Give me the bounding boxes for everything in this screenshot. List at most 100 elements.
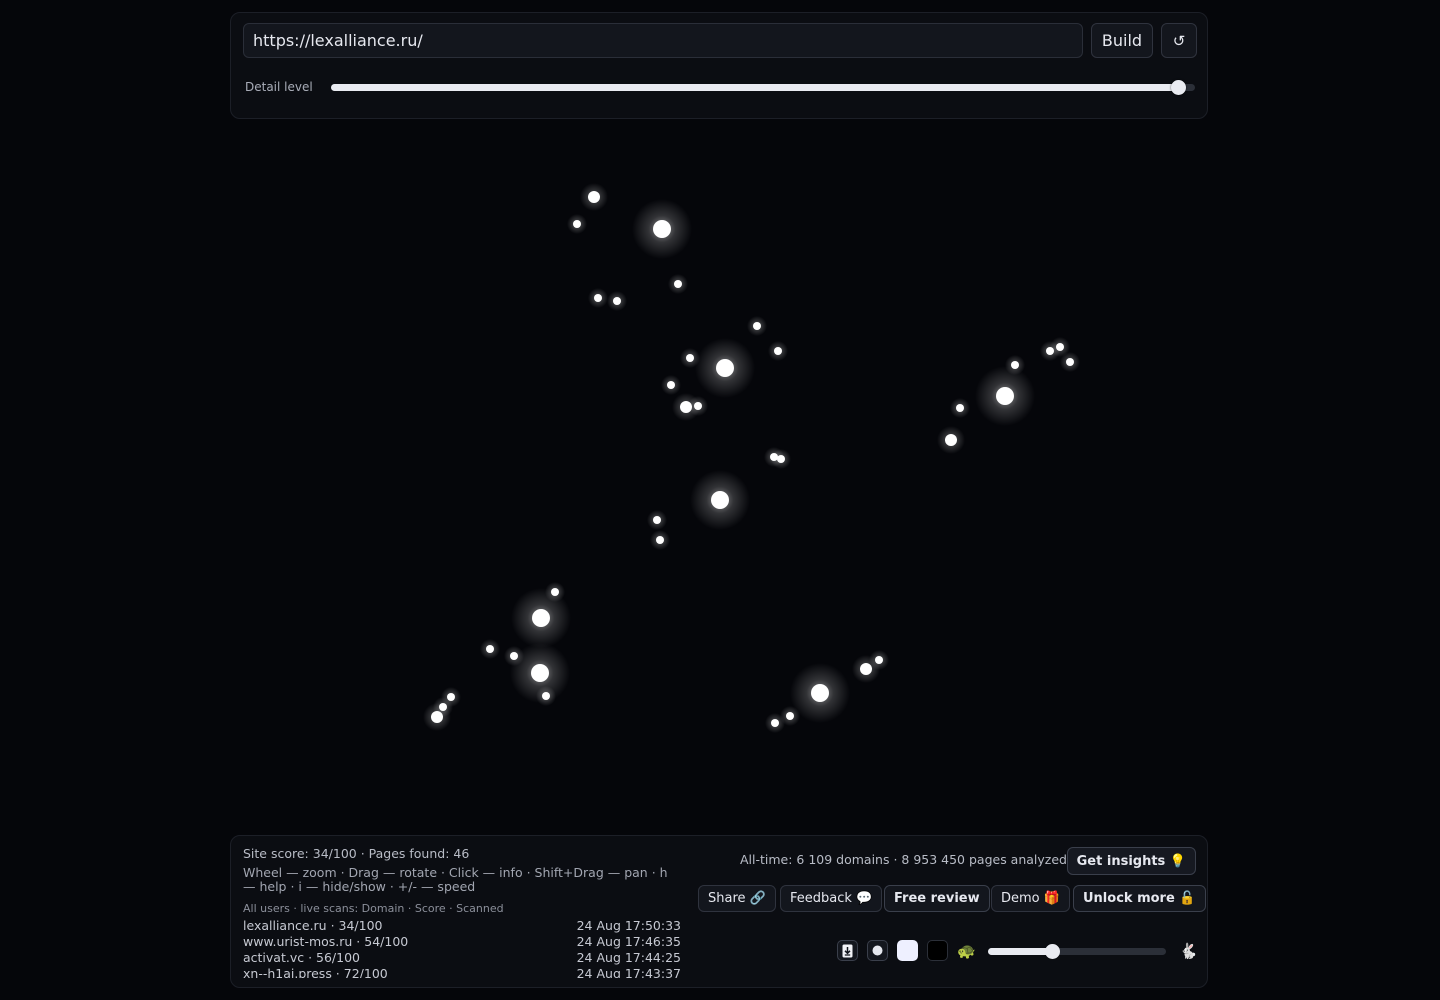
node-core	[956, 404, 964, 412]
scan-domain: lexalliance.ru · 34/100	[243, 918, 383, 933]
free-review-button[interactable]: Free review	[884, 885, 990, 912]
node-core	[771, 719, 779, 727]
scan-domain: activat.vc · 56/100	[243, 950, 361, 965]
node-core	[996, 387, 1014, 405]
speed-fill	[988, 948, 1052, 955]
graph-node[interactable]	[607, 291, 627, 311]
node-core	[875, 656, 883, 664]
graph-node[interactable]	[480, 639, 500, 659]
turtle-icon: 🐢	[957, 942, 976, 960]
refresh-icon: ↺	[1172, 31, 1186, 50]
site-stats: Site score: 34/100 · Pages found: 46	[243, 846, 470, 861]
reset-button[interactable]: ↺	[1161, 23, 1197, 58]
graph-node[interactable]	[768, 341, 788, 361]
node-core	[686, 354, 694, 362]
node-core	[656, 536, 664, 544]
graph-node[interactable]	[747, 316, 767, 336]
graph-node[interactable]	[567, 214, 587, 234]
unlock-more-button[interactable]: Unlock more 🔓	[1073, 885, 1206, 912]
scan-domain: www.urist-mos.ru · 54/100	[243, 934, 409, 949]
list-item: www.urist-mos.ru · 54/100 24 Aug 17:46:3…	[243, 934, 681, 950]
top-toolbar: Build ↺ Detail level	[230, 12, 1208, 119]
node-core	[753, 322, 761, 330]
node-core	[542, 692, 550, 700]
graph-node[interactable]	[950, 398, 970, 418]
detail-level-fill	[331, 84, 1178, 91]
node-style-button[interactable]	[867, 940, 888, 961]
graph-node[interactable]	[588, 288, 608, 308]
graph-node[interactable]	[661, 375, 681, 395]
graph-node[interactable]	[511, 588, 571, 648]
speed-slider[interactable]	[988, 944, 1166, 959]
live-scans-list[interactable]: lexalliance.ru · 34/100 24 Aug 17:50:33 …	[243, 918, 681, 978]
graph-node[interactable]	[536, 686, 556, 706]
graph-node[interactable]	[1005, 355, 1025, 375]
get-insights-button[interactable]: Get insights 💡	[1066, 847, 1196, 875]
build-button[interactable]: Build	[1091, 23, 1153, 58]
node-core	[811, 684, 829, 702]
node-core	[945, 434, 957, 446]
node-core	[588, 191, 600, 203]
node-core	[573, 220, 581, 228]
graph-node[interactable]	[647, 510, 667, 530]
scan-time: 24 Aug 17:50:33	[576, 918, 681, 933]
node-core	[674, 280, 682, 288]
node-core	[786, 712, 794, 720]
speed-thumb[interactable]	[1045, 944, 1060, 959]
graph-node[interactable]	[650, 530, 670, 550]
node-core	[532, 609, 550, 627]
rabbit-icon: 🐇	[1179, 942, 1198, 960]
bottom-info-panel: Site score: 34/100 · Pages found: 46 Whe…	[230, 835, 1208, 988]
graph-node[interactable]	[869, 650, 889, 670]
node-core	[1011, 361, 1019, 369]
scan-domain: xn--h1ai.press · 72/100	[243, 966, 388, 978]
node-core	[531, 664, 549, 682]
detail-level-slider[interactable]	[331, 80, 1195, 95]
download-button[interactable]	[837, 940, 858, 961]
list-item: activat.vc · 56/100 24 Aug 17:44:25	[243, 950, 681, 966]
graph-node[interactable]	[695, 338, 755, 398]
scan-time: 24 Aug 17:46:35	[576, 934, 681, 949]
graph-node[interactable]	[580, 183, 608, 211]
demo-button[interactable]: Demo 🎁	[991, 885, 1070, 912]
node-core	[774, 347, 782, 355]
node-core	[711, 491, 729, 509]
graph-node[interactable]	[688, 396, 708, 416]
node-core	[694, 402, 702, 410]
list-item: lexalliance.ru · 34/100 24 Aug 17:50:33	[243, 918, 681, 934]
graph-node[interactable]	[1060, 352, 1080, 372]
scan-time: 24 Aug 17:43:37	[576, 966, 681, 978]
node-core	[1066, 358, 1074, 366]
node-core	[613, 297, 621, 305]
feedback-button[interactable]: Feedback 💬	[780, 885, 883, 912]
download-icon	[842, 944, 853, 957]
url-input[interactable]	[243, 23, 1083, 58]
graph-node[interactable]	[423, 703, 451, 731]
graph-node[interactable]	[632, 199, 692, 259]
graph-node[interactable]	[771, 449, 791, 469]
graph-node[interactable]	[690, 470, 750, 530]
scan-time: 24 Aug 17:44:25	[576, 950, 681, 965]
graph-node[interactable]	[975, 366, 1035, 426]
light-theme-button[interactable]	[897, 940, 918, 961]
detail-level-thumb[interactable]	[1171, 80, 1186, 95]
graph-node[interactable]	[765, 713, 785, 733]
detail-level-label: Detail level	[245, 80, 313, 94]
node-core	[486, 645, 494, 653]
share-button[interactable]: Share 🔗	[698, 885, 776, 912]
node-core	[716, 359, 734, 377]
node-core	[653, 220, 671, 238]
dark-theme-button[interactable]	[927, 940, 948, 961]
node-core	[1056, 343, 1064, 351]
all-time-stats: All-time: 6 109 domains · 8 953 450 page…	[739, 852, 1067, 867]
node-core	[777, 455, 785, 463]
list-item: xn--h1ai.press · 72/100 24 Aug 17:43:37	[243, 966, 681, 978]
node-core	[594, 294, 602, 302]
node-core	[431, 711, 443, 723]
node-core	[667, 381, 675, 389]
graph-node[interactable]	[937, 426, 965, 454]
dot-icon	[872, 945, 883, 956]
node-core	[860, 663, 872, 675]
site-graph-canvas[interactable]	[0, 120, 1440, 832]
graph-node[interactable]	[668, 274, 688, 294]
